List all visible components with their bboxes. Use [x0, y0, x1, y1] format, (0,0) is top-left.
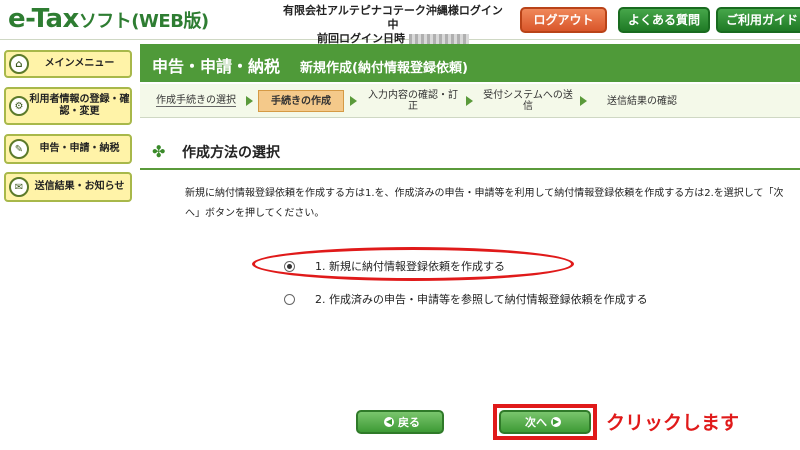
next-button-label: 次へ [525, 416, 547, 429]
next-button[interactable]: 次へ ▶ [499, 410, 591, 434]
mail-icon: ✉ [9, 177, 29, 197]
instruction-text: 新規に納付情報登録依頼を作成する方は1.を、作成済みの申告・申請等を利用して納付… [185, 188, 784, 219]
step-label: 送信結果の確認 [607, 95, 677, 107]
sidebar-item-filing[interactable]: ✎ 申告・申請・納税 [4, 134, 132, 164]
clover-icon: ✤ [152, 142, 166, 161]
progress-steps: 作成手続きの選択 手続きの作成 入力内容の確認・訂正 受付システムへの送信 送信… [140, 84, 800, 118]
step-send-to-system: 受付システムへの送信 [480, 90, 576, 112]
step-label: 作成手続きの選択 [156, 95, 236, 107]
step-arrow-icon [246, 96, 253, 106]
home-icon: ⌂ [9, 54, 29, 74]
page-title: 申告・申請・納税 [152, 57, 281, 76]
logout-button[interactable]: ログアウト [520, 7, 607, 33]
sidebar-item-user-info[interactable]: ⚙ 利用者情報の登録・確認・変更 [4, 87, 132, 125]
back-button-label: 戻る [398, 416, 420, 429]
login-user-text: 有限会社アルテピナコテーク沖縄様ログイン中 [283, 4, 503, 31]
document-icon: ✎ [9, 139, 29, 159]
sidebar-item-label: 送信結果・お知らせ [34, 181, 125, 192]
step-arrow-icon [580, 96, 587, 106]
user-settings-icon: ⚙ [9, 96, 29, 116]
step-create-procedure: 手続きの作成 [258, 90, 344, 112]
sidebar: ⌂ メインメニュー ⚙ 利用者情報の登録・確認・変更 ✎ 申告・申請・納税 ✉ … [0, 42, 140, 450]
section-heading: ✤ 作成方法の選択 [140, 132, 800, 170]
step-arrow-icon [466, 96, 473, 106]
app-header: e-Taxソフト(WEB版) 有限会社アルテピナコテーク沖縄様ログイン中 前回ロ… [0, 0, 800, 45]
step-arrow-icon [350, 96, 357, 106]
sidebar-item-main-menu[interactable]: ⌂ メインメニュー [4, 50, 132, 78]
radio-button-unchecked[interactable] [284, 293, 295, 305]
sidebar-item-label: メインメニュー [44, 58, 115, 69]
sidebar-item-label: 利用者情報の登録・確認・変更 [29, 94, 130, 117]
main-title-bar: 申告・申請・納税 新規作成(納付情報登録依頼) [140, 44, 800, 82]
faq-button[interactable]: よくある質問 [618, 7, 710, 33]
click-annotation: クリックします [606, 412, 740, 434]
page-subtitle: 新規作成(納付情報登録依頼) [300, 61, 468, 76]
step-label: 入力内容の確認・訂正 [368, 90, 458, 112]
logo-main-text: e-Tax [8, 4, 79, 34]
step-check-results: 送信結果の確認 [594, 90, 690, 112]
sidebar-item-label: 申告・申請・納税 [39, 143, 120, 154]
step-select-procedure[interactable]: 作成手続きの選択 [150, 90, 242, 112]
sidebar-item-results[interactable]: ✉ 送信結果・お知らせ [4, 172, 132, 202]
login-info: 有限会社アルテピナコテーク沖縄様ログイン中 前回ログイン日時 [278, 4, 508, 46]
step-label: 受付システムへの送信 [483, 90, 573, 112]
section-title: 作成方法の選択 [182, 145, 280, 161]
left-arrow-icon: ◀ [384, 417, 394, 427]
app-logo: e-Taxソフト(WEB版) [8, 4, 209, 34]
option-reference-existing[interactable]: 2. 作成済みの申告・申請等を参照して納付情報登録依頼を作成する [284, 291, 648, 307]
back-button[interactable]: ◀ 戻る [356, 410, 444, 434]
highlight-oval [252, 247, 574, 281]
logo-sub-text: ソフト(WEB版) [78, 11, 209, 32]
masked-login-time [409, 34, 469, 44]
guide-button[interactable]: ご利用ガイド [716, 7, 800, 33]
step-confirm-input: 入力内容の確認・訂正 [364, 90, 462, 112]
option-label[interactable]: 2. 作成済みの申告・申請等を参照して納付情報登録依頼を作成する [315, 291, 648, 307]
right-arrow-icon: ▶ [551, 417, 561, 427]
step-label: 手続きの作成 [271, 95, 331, 107]
